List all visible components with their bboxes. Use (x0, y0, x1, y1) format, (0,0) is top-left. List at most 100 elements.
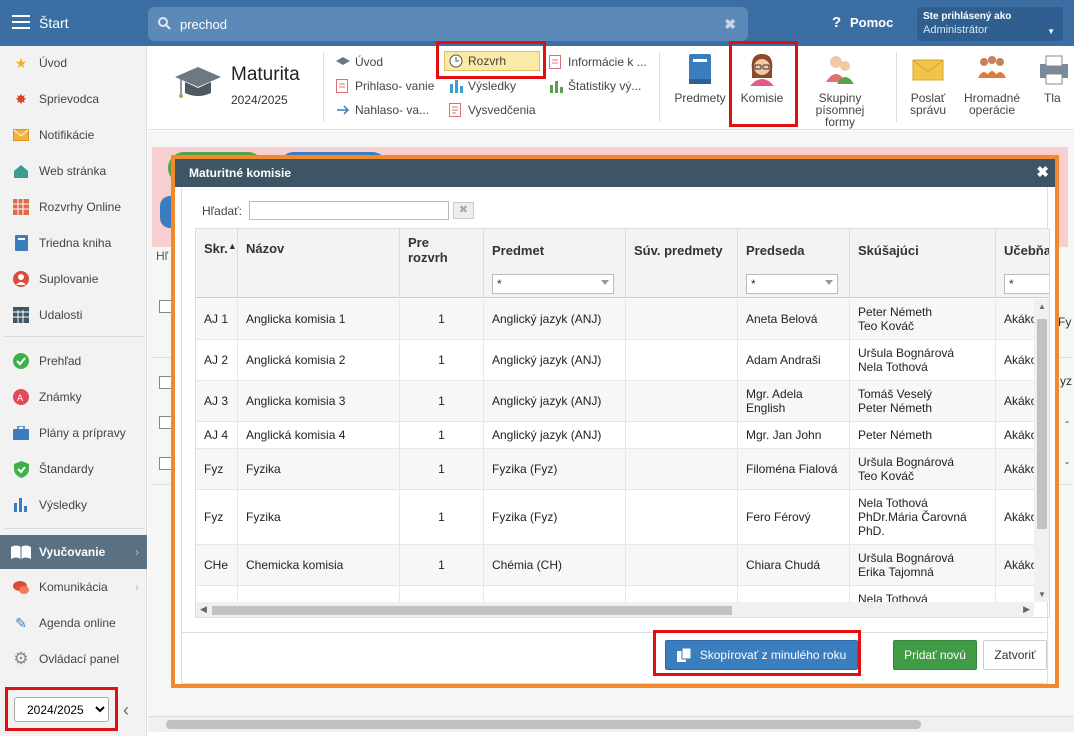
ribbon-nahlasovanie-button[interactable]: Nahlaso- va... (336, 100, 429, 120)
cell-skr: AJ 1 (196, 299, 238, 339)
cell-predseda: Adam Andraši (738, 340, 850, 380)
cell-skusajuci: Uršula Bognárová Teo Kováč (850, 449, 996, 489)
table-row[interactable]: AJ 4 Anglická komisia 4 1 Anglický jazyk… (196, 422, 1036, 449)
sidebar-item-ovladaci-panel[interactable]: ⚙ Ovládací panel (0, 642, 147, 676)
table-row[interactable]: AJ 1 Anglicka komisia 1 1 Anglický jazyk… (196, 299, 1036, 340)
help-button[interactable]: ? Pomoc (832, 14, 893, 31)
ribbon-skupiny-button[interactable]: Skupiny písomnej formy (800, 52, 880, 128)
filter-clear-icon[interactable]: ✖ (453, 202, 474, 219)
cell-skr: CHe (196, 545, 238, 585)
cell-predseda: Aneta Belová (738, 299, 850, 339)
search-input[interactable] (180, 13, 700, 35)
ribbon-poslat-label: Poslať správu (909, 91, 947, 117)
scroll-left-icon[interactable]: ◀ (200, 604, 207, 615)
copy-from-last-year-button[interactable]: Skopírovať z minulého roku (665, 640, 858, 670)
col-header-nazov[interactable]: Názov (238, 229, 400, 298)
col-header-label: Skúšajúci (858, 243, 919, 258)
predmet-filter-select[interactable]: * (492, 274, 614, 294)
ribbon-vysvedcenia-button[interactable]: Vysvedčenia (449, 100, 536, 120)
dialog-body: Hľadať: ✖ Skr.▲ Názov Pre rozvrh Predmet… (181, 187, 1050, 684)
sidebar-item-udalosti[interactable]: Udalosti (0, 298, 147, 332)
cell-nazov: Anglická komisia 4 (238, 422, 400, 448)
sidebar-item-label: Komunikácia (39, 580, 108, 594)
sidebar-item-agenda-online[interactable]: ✎ Agenda online (0, 606, 147, 640)
ribbon-komisie-button[interactable]: Komisie (737, 52, 787, 104)
predseda-filter-select[interactable]: * (746, 274, 838, 294)
sidebar-item-standardy[interactable]: Štandardy (0, 452, 147, 486)
ribbon-poslat-spravu-button[interactable]: Poslať správu (906, 52, 950, 116)
scrollbar-thumb[interactable] (1037, 319, 1047, 529)
table-row[interactable]: Fyz Fyzika 1 Fyzika (Fyz) Filoména Fialo… (196, 449, 1036, 490)
table-body: AJ 1 Anglicka komisia 1 1 Anglický jazyk… (196, 299, 1036, 602)
school-year-select[interactable]: 2024/2025 (14, 697, 109, 722)
ribbon-informacie-button[interactable]: Informácie k ... (549, 52, 647, 72)
close-button[interactable]: Zatvoriť (983, 640, 1047, 670)
table-row[interactable]: AJ 2 Anglická komisia 2 1 Anglický jazyk… (196, 340, 1036, 381)
cell-predseda: Fero Férový (738, 490, 850, 544)
cell-skr: AJ 3 (196, 381, 238, 421)
page-horizontal-scrollbar[interactable] (148, 716, 1074, 732)
ucebna-filter-select[interactable]: * (1004, 274, 1049, 294)
filter-value: * (497, 277, 502, 291)
scroll-up-icon[interactable]: ▲ (1038, 302, 1046, 311)
cell-pre-rozvrh: 1 (400, 381, 484, 421)
sidebar-item-notifikacie[interactable]: Notifikácie (0, 118, 147, 152)
sidebar-item-uvod[interactable]: ★ Úvod (0, 46, 147, 80)
ribbon-statistiky-label: Štatistiky vý... (568, 79, 642, 93)
table-vertical-scrollbar[interactable]: ▲ ▼ (1034, 299, 1049, 602)
sidebar-item-suplovanie[interactable]: Suplovanie (0, 262, 147, 296)
app-title[interactable]: Štart (39, 15, 69, 31)
scrollbar-thumb[interactable] (166, 720, 921, 729)
star-icon: ★ (14, 54, 28, 71)
col-header-ucebna[interactable]: Učebňa * (996, 229, 1049, 298)
collapse-sidebar-icon[interactable]: ‹ (123, 700, 129, 721)
sidebar-item-web-stranka[interactable]: Web stránka (0, 154, 147, 188)
sidebar-item-sprievodca[interactable]: ✸ Sprievodca (0, 82, 147, 116)
ribbon-vysledky-label: Výsledky (468, 79, 517, 93)
scroll-right-icon[interactable]: ▶ (1023, 604, 1030, 615)
people-group-icon (978, 56, 1006, 78)
sort-asc-icon: ▲ (227, 241, 237, 251)
scrollbar-thumb[interactable] (212, 606, 732, 615)
sidebar-item-prehlad[interactable]: Prehľad (0, 344, 147, 378)
sidebar-item-plany[interactable]: Plány a prípravy (0, 416, 147, 450)
ribbon-prihlasovanie-button[interactable]: Prihlaso- vanie (336, 76, 434, 96)
close-icon[interactable]: ✖ (1036, 163, 1049, 181)
cell-predmet (484, 586, 626, 602)
sidebar-item-triedna-kniha[interactable]: Triedna kniha (0, 226, 147, 260)
table-row[interactable]: AJ 3 Anglicka komisia 3 1 Anglický jazyk… (196, 381, 1036, 422)
sidebar-item-vysledky[interactable]: Výsledky (0, 488, 147, 522)
scroll-down-icon[interactable]: ▼ (1038, 590, 1046, 599)
cell-suv-predmety (626, 449, 738, 489)
ribbon-tlac-button[interactable]: Tla (1036, 52, 1074, 104)
col-header-predseda[interactable]: Predseda * (738, 229, 850, 298)
chat-icon (11, 577, 31, 597)
ribbon-hromadne-operacie-button[interactable]: Hromadné operácie (962, 52, 1022, 116)
table-horizontal-scrollbar[interactable]: ◀ ▶ (196, 602, 1034, 617)
table-row[interactable]: Nela Tothová (196, 586, 1036, 602)
cell-skusajuci: Peter Németh Teo Kováč (850, 299, 996, 339)
user-menu[interactable]: Ste prihlásený ako Administrátor ▼ (917, 7, 1063, 41)
ribbon-rozvrh-button[interactable]: Rozvrh (444, 51, 540, 71)
search-clear-icon[interactable]: ✖ (724, 16, 736, 33)
col-header-suv-predmety[interactable]: Súv. predmety (626, 229, 738, 298)
sidebar-item-label: Úvod (39, 56, 68, 70)
col-header-predmet[interactable]: Predmet * (484, 229, 626, 298)
filter-input[interactable] (249, 201, 449, 220)
ribbon-uvod-button[interactable]: Úvod (336, 52, 383, 72)
hamburger-menu-icon[interactable] (12, 15, 30, 29)
ribbon-statistiky-button[interactable]: Štatistiky vý... (549, 76, 641, 96)
table-header: Skr.▲ Názov Pre rozvrh Predmet * Súv. pre… (196, 229, 1049, 298)
col-header-skusajuci[interactable]: Skúšajúci (850, 229, 996, 298)
sidebar-item-vyucovanie[interactable]: Vyučovanie › (0, 535, 147, 569)
ribbon-predmety-button[interactable]: Predmety (672, 52, 728, 104)
col-header-skr[interactable]: Skr.▲ (196, 229, 238, 298)
table-row[interactable]: Fyz Fyzika 1 Fyzika (Fyz) Fero Férový Ne… (196, 490, 1036, 545)
ribbon-vysledky-button[interactable]: Výsledky (449, 76, 516, 96)
table-row[interactable]: CHe Chemicka komisia 1 Chémia (CH) Chiar… (196, 545, 1036, 586)
col-header-pre-rozvrh[interactable]: Pre rozvrh (400, 229, 484, 298)
sidebar-item-komunikacia[interactable]: Komunikácia › (0, 570, 147, 604)
sidebar-item-rozvrhy-online[interactable]: Rozvrhy Online (0, 190, 147, 224)
sidebar-item-znamky[interactable]: A Známky (0, 380, 147, 414)
add-new-button[interactable]: Pridať novú (893, 640, 977, 670)
